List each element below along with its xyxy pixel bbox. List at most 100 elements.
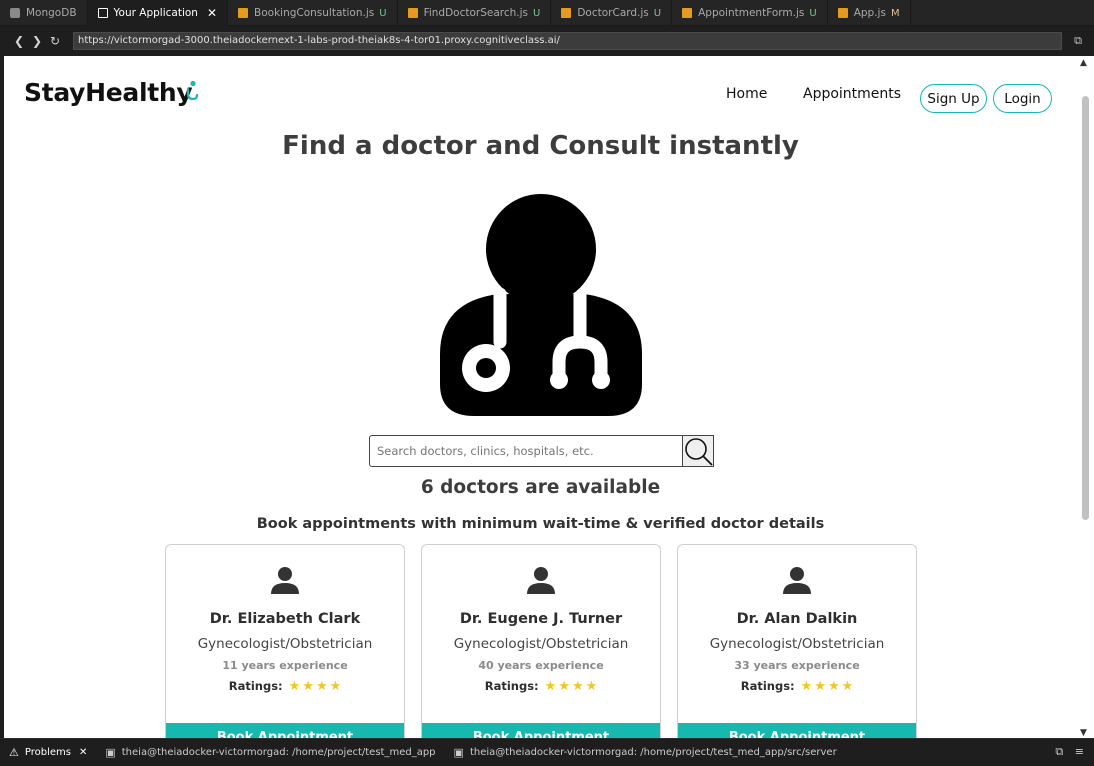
login-button[interactable]: Login bbox=[993, 84, 1052, 113]
tab-label: App.js bbox=[853, 7, 886, 19]
doctor-search-bar bbox=[369, 435, 714, 467]
book-appointment-button[interactable]: Book Appointment bbox=[678, 723, 916, 738]
search-input[interactable] bbox=[369, 435, 683, 467]
tab-label: BookingConsultation.js bbox=[254, 7, 375, 19]
tab-app-js[interactable]: App.js M bbox=[828, 0, 911, 26]
doctors-available-count: 6 doctors are available bbox=[420, 477, 661, 498]
url-field[interactable]: https://victormorgad-3000.theiadockernex… bbox=[73, 32, 1062, 50]
stethoscope-logo-icon bbox=[186, 80, 199, 101]
close-icon[interactable]: ✕ bbox=[79, 747, 87, 758]
tab-booking-consultation[interactable]: BookingConsultation.js U bbox=[228, 0, 398, 26]
js-file-icon bbox=[561, 8, 572, 18]
ide-tab-bar: MongoDB Your Application ✕ BookingConsul… bbox=[0, 0, 1094, 26]
js-file-icon bbox=[407, 8, 418, 18]
doctor-illustration-icon bbox=[440, 194, 642, 416]
star-icon: ★ bbox=[302, 679, 314, 694]
nav-appointments-link[interactable]: Appointments bbox=[803, 86, 901, 102]
book-appointment-button[interactable]: Book Appointment bbox=[166, 723, 404, 738]
doctor-speciality: Gynecologist/Obstetrician bbox=[197, 636, 373, 652]
git-status-badge: U bbox=[533, 7, 541, 19]
tab-label: MongoDB bbox=[26, 7, 77, 19]
ratings-label: Ratings: bbox=[228, 679, 283, 693]
booking-subheading: Book appointments with minimum wait-time… bbox=[256, 516, 825, 532]
ratings-label: Ratings: bbox=[484, 679, 539, 693]
git-status-badge: U bbox=[809, 7, 817, 19]
person-avatar-icon bbox=[783, 567, 811, 594]
forward-icon[interactable]: ❯ bbox=[32, 34, 42, 48]
tab-label: Your Application bbox=[113, 7, 198, 19]
restore-panel-icon[interactable]: ⧉ bbox=[1055, 745, 1063, 758]
tab-terminal-1[interactable]: ▣ theia@theiadocker-victormorgad: /home/… bbox=[96, 740, 444, 766]
git-status-badge: U bbox=[379, 7, 387, 19]
menu-icon[interactable]: ≡ bbox=[1075, 745, 1084, 758]
doctor-card: Dr. Alan Dalkin Gynecologist/Obstetricia… bbox=[677, 544, 917, 738]
site-logo[interactable]: StayHealthy bbox=[24, 78, 193, 107]
star-icon: ★ bbox=[800, 679, 813, 694]
scroll-up-icon[interactable]: ▲ bbox=[1080, 58, 1087, 68]
open-external-icon[interactable]: ⧉ bbox=[1074, 34, 1082, 48]
star-icon: ★ bbox=[315, 679, 328, 694]
doctor-experience: 33 years experience bbox=[734, 659, 860, 672]
js-file-icon bbox=[682, 8, 693, 18]
close-icon[interactable]: ✕ bbox=[207, 6, 217, 20]
js-file-icon bbox=[238, 8, 249, 18]
page-scrollbar[interactable]: ▲ ▼ bbox=[1077, 56, 1094, 738]
doctor-speciality: Gynecologist/Obstetrician bbox=[453, 636, 629, 652]
star-icon: ★ bbox=[558, 679, 570, 694]
browser-toolbar: ❮ ❯ ↻ https://victormorgad-3000.theiadoc… bbox=[0, 26, 1094, 56]
person-avatar-icon bbox=[271, 567, 299, 594]
git-status-badge: U bbox=[653, 7, 662, 19]
js-file-icon bbox=[837, 8, 848, 18]
star-icon: ★ bbox=[288, 679, 301, 694]
doctor-card: Dr. Eugene J. Turner Gynecologist/Obstet… bbox=[421, 544, 661, 738]
star-icon: ★ bbox=[585, 679, 598, 694]
doctor-rating: Ratings: ★ ★ ★ ★ bbox=[166, 679, 404, 694]
web-viewport: StayHealthy Home Appointments Sign Up Lo… bbox=[4, 56, 1077, 738]
star-icon: ★ bbox=[544, 679, 557, 694]
tab-label: Problems bbox=[24, 747, 71, 758]
bottom-panel-bar: ⚠ Problems ✕ ▣ theia@theiadocker-victorm… bbox=[0, 738, 1094, 766]
reload-icon[interactable]: ↻ bbox=[50, 34, 60, 48]
tab-terminal-2[interactable]: ▣ theia@theiadocker-victormorgad: /home/… bbox=[445, 740, 846, 766]
tab-label: theia@theiadocker-victormorgad: /home/pr… bbox=[121, 747, 436, 758]
doctor-name: Dr. Alan Dalkin bbox=[736, 611, 858, 627]
sign-up-button[interactable]: Sign Up bbox=[920, 84, 987, 113]
hero-title: Find a doctor and Consult instantly bbox=[282, 131, 799, 161]
doctor-rating: Ratings: ★ ★ ★ ★ bbox=[422, 679, 660, 694]
tab-find-doctor-search[interactable]: FindDoctorSearch.js U bbox=[398, 0, 552, 26]
git-status-badge: M bbox=[890, 7, 900, 19]
panel-controls: ⧉ ≡ bbox=[1055, 745, 1084, 759]
nav-home-link[interactable]: Home bbox=[726, 86, 767, 102]
book-appointment-button[interactable]: Book Appointment bbox=[422, 723, 660, 738]
doctor-rating: Ratings: ★ ★ ★ ★ bbox=[678, 679, 916, 694]
doctor-name: Dr. Elizabeth Clark bbox=[209, 611, 361, 627]
search-button[interactable] bbox=[683, 435, 714, 467]
tab-appointment-form[interactable]: AppointmentForm.js U bbox=[672, 0, 828, 26]
scroll-down-icon[interactable]: ▼ bbox=[1080, 728, 1087, 738]
back-icon[interactable]: ❮ bbox=[14, 34, 24, 48]
database-icon bbox=[10, 8, 20, 18]
star-icon: ★ bbox=[329, 679, 342, 694]
scrollbar-thumb[interactable] bbox=[1082, 96, 1089, 520]
star-icon: ★ bbox=[571, 679, 584, 694]
star-icon: ★ bbox=[814, 679, 826, 694]
doctor-name: Dr. Eugene J. Turner bbox=[459, 611, 623, 627]
tab-problems[interactable]: ⚠ Problems ✕ bbox=[0, 740, 96, 766]
star-icon: ★ bbox=[827, 679, 840, 694]
warning-icon: ⚠ bbox=[9, 746, 19, 759]
ratings-label: Ratings: bbox=[740, 679, 795, 693]
search-icon bbox=[685, 438, 713, 466]
doctor-experience: 11 years experience bbox=[222, 659, 348, 672]
person-avatar-icon bbox=[527, 567, 555, 594]
tab-label: DoctorCard.js bbox=[577, 7, 649, 19]
tab-label: FindDoctorSearch.js bbox=[423, 7, 529, 19]
terminal-icon: ▣ bbox=[453, 746, 464, 759]
star-icon: ★ bbox=[841, 679, 854, 694]
doctor-card: Dr. Elizabeth Clark Gynecologist/Obstetr… bbox=[165, 544, 405, 738]
tab-your-application[interactable]: Your Application ✕ bbox=[87, 0, 229, 26]
tab-mongodb[interactable]: MongoDB bbox=[0, 0, 88, 26]
terminal-icon: ▣ bbox=[105, 746, 116, 759]
tab-label: AppointmentForm.js bbox=[698, 7, 805, 19]
tab-doctor-card[interactable]: DoctorCard.js U bbox=[551, 0, 673, 26]
doctor-speciality: Gynecologist/Obstetrician bbox=[709, 636, 885, 652]
